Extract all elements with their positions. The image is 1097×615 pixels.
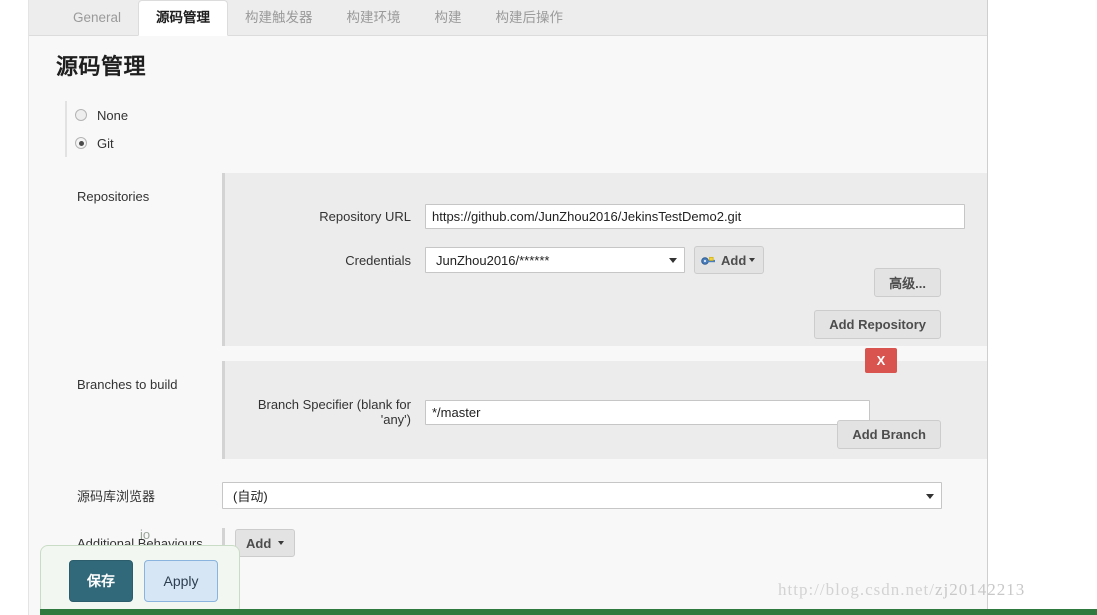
repositories-label: Repositories	[77, 189, 150, 204]
add-behaviour-label: Add	[246, 535, 272, 551]
save-button[interactable]: 保存	[69, 560, 133, 602]
watermark-user: zj20142213	[935, 580, 1026, 599]
jenkins-job-config-page: General 源码管理 构建触发器 构建环境 构建 构建后操作 源码管理 No…	[0, 0, 1097, 615]
repository-browser-label: 源码库浏览器	[77, 489, 156, 504]
chevron-down-icon	[926, 493, 934, 499]
repository-browser-body: (自动) ?	[222, 482, 987, 509]
chevron-down-icon	[278, 541, 285, 545]
branches-body: Branch Specifier (blank for 'any') Add B…	[222, 348, 987, 459]
delete-branch-button[interactable]: X	[865, 348, 897, 373]
bottom-green-strip	[40, 609, 1097, 615]
credentials-select[interactable]: JunZhou2016/******	[425, 247, 685, 273]
add-behaviour-button[interactable]: Add	[235, 529, 296, 557]
watermark: http://blog.csdn.net/zj20142213	[778, 580, 1025, 600]
config-tab-bar: General 源码管理 构建触发器 构建环境 构建 构建后操作	[29, 0, 987, 36]
add-repository-button[interactable]: Add Repository	[814, 310, 941, 339]
add-credentials-label: Add	[721, 252, 747, 268]
obscured-background-text: io	[140, 527, 151, 542]
radio-git-label: Git	[97, 135, 114, 151]
repository-browser-select[interactable]: (自动)	[222, 482, 942, 509]
radio-none[interactable]	[75, 109, 87, 121]
advanced-button[interactable]: 高级...	[874, 268, 941, 297]
config-panel: General 源码管理 构建触发器 构建环境 构建 构建后操作 源码管理 No…	[28, 0, 988, 615]
repository-browser-row: 源码库浏览器 (自动) ?	[67, 482, 987, 509]
apply-button[interactable]: Apply	[144, 560, 218, 602]
repository-browser-value: (自动)	[233, 489, 268, 504]
branches-row: Branches to build Branch Specifier (blan…	[67, 348, 987, 459]
branch-specifier-label: Branch Specifier (blank for 'any')	[257, 397, 411, 427]
tab-post-build-actions[interactable]: 构建后操作	[479, 0, 581, 35]
tab-general[interactable]: General	[56, 0, 138, 35]
repository-entry: Repository URL Credentials JunZhou2016/*…	[222, 173, 987, 346]
branch-specifier-input[interactable]	[425, 399, 870, 425]
repository-url-row: Repository URL	[225, 185, 987, 234]
credentials-label: Credentials	[345, 252, 411, 268]
repository-url-input[interactable]	[425, 204, 965, 229]
tab-build[interactable]: 构建	[418, 0, 479, 35]
credentials-select-value: JunZhou2016/******	[436, 252, 550, 268]
chevron-down-icon	[749, 258, 756, 262]
save-apply-bar: 保存 Apply	[40, 545, 240, 615]
scm-option-git[interactable]: Git	[67, 129, 987, 157]
page-title: 源码管理	[56, 54, 147, 79]
add-credentials-button[interactable]: Add	[694, 246, 765, 274]
key-icon	[701, 254, 716, 267]
branches-label: Branches to build	[77, 377, 178, 392]
repositories-body: Repository URL Credentials JunZhou2016/*…	[222, 173, 987, 346]
tab-source-code-management[interactable]: 源码管理	[138, 0, 229, 36]
chevron-down-icon	[669, 258, 677, 263]
radio-git[interactable]	[75, 137, 87, 149]
tab-build-triggers[interactable]: 构建触发器	[228, 0, 330, 35]
additional-behaviours-body: Add ?	[222, 528, 987, 558]
watermark-url: http://blog.csdn.net/	[778, 580, 935, 599]
repositories-row: Repositories Repository URL Credentials …	[67, 173, 987, 346]
radio-none-label: None	[97, 107, 129, 123]
scm-radio-group: None Git	[65, 101, 987, 157]
git-settings: Repositories Repository URL Credentials …	[67, 173, 987, 558]
add-branch-button[interactable]: Add Branch	[837, 420, 941, 449]
scm-option-none[interactable]: None	[67, 101, 987, 129]
credentials-row: Credentials JunZhou2016/****** Add	[225, 234, 987, 279]
tab-build-environment[interactable]: 构建环境	[330, 0, 418, 35]
config-content: 源码管理 None Git Repositories Repository UR…	[29, 36, 987, 615]
branch-entry: Branch Specifier (blank for 'any') Add B…	[222, 348, 987, 459]
repository-url-label: Repository URL	[319, 209, 411, 224]
